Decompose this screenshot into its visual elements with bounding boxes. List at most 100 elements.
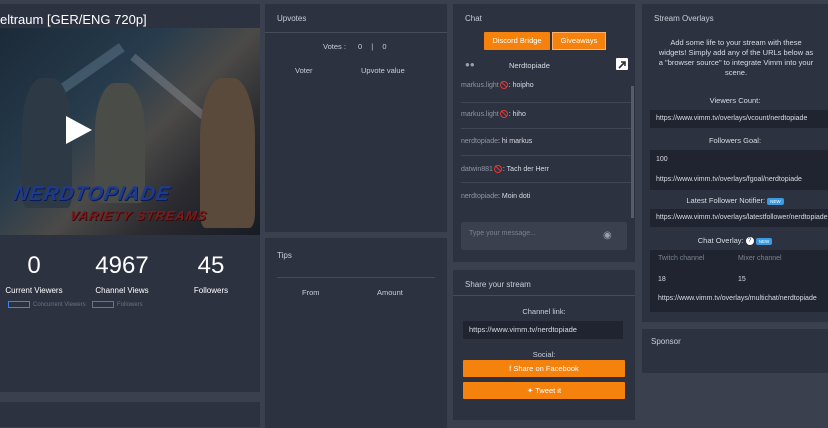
chat-username[interactable]: nerdtopiade bbox=[461, 138, 498, 145]
votes-separator: | bbox=[371, 42, 374, 51]
chat-text: : hoipho bbox=[508, 81, 534, 89]
overlays-title: Stream Overlays bbox=[654, 14, 714, 23]
chat-username[interactable]: markus.light bbox=[461, 82, 499, 89]
channel-link-label: Channel link: bbox=[522, 307, 566, 316]
stat-value: 0 bbox=[27, 252, 41, 279]
legend-current-viewers[interactable]: Concurrent Viewers bbox=[8, 301, 86, 308]
help-icon[interactable]: ? bbox=[745, 237, 754, 246]
col-voter: Voter bbox=[295, 66, 313, 75]
divider bbox=[265, 32, 447, 33]
chat-message: nerdtopiade: Moin doti bbox=[461, 193, 629, 200]
overlays-description: Add some life to your stream with these … bbox=[658, 38, 814, 77]
votes-count: Votes : 0 | 0 bbox=[323, 42, 387, 51]
votes-a: 0 bbox=[358, 42, 363, 51]
votes-b: 0 bbox=[382, 42, 387, 51]
sponsor-title: Sponsor bbox=[651, 337, 681, 346]
new-badge: NEW bbox=[767, 197, 784, 205]
upvotes-title: Upvotes bbox=[277, 14, 307, 23]
divider bbox=[461, 155, 631, 156]
bottom-left-panel bbox=[0, 402, 260, 427]
followers-goal-value[interactable]: 100 bbox=[656, 156, 668, 163]
latest-follower-row: Latest Follower Notifier: NEW bbox=[642, 196, 828, 205]
chat-overlay-label: Chat Overlay: bbox=[697, 236, 744, 245]
legend-followers[interactable]: Followers bbox=[92, 301, 143, 308]
chat-message: nerdtopiade: hi markus bbox=[461, 138, 629, 145]
video-watermark: NERDTOPIADE bbox=[12, 183, 173, 205]
chat-input-placeholder: Type your message... bbox=[469, 230, 536, 237]
share-panel: Share your stream Channel link: https://… bbox=[453, 270, 635, 420]
ban-icon[interactable] bbox=[499, 110, 508, 118]
twitch-channel-value[interactable]: 18 bbox=[658, 276, 666, 283]
divider bbox=[461, 128, 631, 129]
followers-goal-label: Followers Goal: bbox=[708, 136, 762, 145]
video-art-figure bbox=[200, 78, 255, 228]
chat-panel: Chat Discord Bridge Giveaways ●● Nerdtop… bbox=[453, 4, 635, 262]
divider bbox=[461, 182, 631, 183]
emote-icon[interactable]: ◉ bbox=[603, 230, 612, 241]
chat-overlay-url[interactable]: https://www.vimm.tv/overlays/multichat/n… bbox=[658, 295, 817, 302]
chat-message: markus.light : hoipho bbox=[461, 81, 629, 89]
chat-message: datwin881 : Tach der Herr bbox=[461, 165, 629, 173]
tips-title: Tips bbox=[277, 251, 292, 260]
stat-label: Current Viewers bbox=[5, 286, 63, 295]
chat-overlay-box: Twitch channel Mixer channel 18 15 https… bbox=[650, 250, 828, 312]
video-watermark-sub: VARIETY STREAMS bbox=[68, 208, 209, 223]
stat-channel-views: 4967 Channel Views bbox=[82, 252, 162, 295]
chat-overlay-row: Chat Overlay: ? NEW bbox=[642, 236, 828, 246]
stream-overlays-panel: Stream Overlays Add some life to your st… bbox=[642, 4, 828, 322]
tweet-button[interactable]: ✦ Tweet it bbox=[463, 382, 625, 399]
legend-label: Concurrent Viewers bbox=[33, 301, 86, 308]
share-title: Share your stream bbox=[465, 280, 531, 289]
chat-channel-name: Nerdtopiade bbox=[509, 61, 550, 70]
discord-bridge-button[interactable]: Discord Bridge bbox=[484, 32, 550, 50]
col-amount: Amount bbox=[377, 288, 403, 297]
video-title: eltraum [GER/ENG 720p] bbox=[0, 12, 147, 27]
followers-goal-url[interactable]: https://www.vimm.tv/overlays/fgoal/nerdt… bbox=[656, 176, 802, 183]
viewers-count-label: Viewers Count: bbox=[709, 96, 761, 105]
chat-text: : hiho bbox=[508, 110, 526, 118]
stat-label: Followers bbox=[193, 286, 229, 295]
chat-text: : Tach der Herr bbox=[502, 165, 550, 173]
legend-label: Followers bbox=[117, 301, 143, 308]
col-from: From bbox=[302, 288, 320, 297]
ban-icon[interactable] bbox=[493, 165, 502, 173]
chat-username[interactable]: datwin881 bbox=[461, 166, 493, 173]
stat-followers: 45 Followers bbox=[171, 252, 251, 295]
chat-text: : Moin doti bbox=[497, 193, 531, 200]
users-icon[interactable]: ●● bbox=[465, 60, 475, 69]
share-facebook-label: Share on Facebook bbox=[513, 364, 579, 373]
share-facebook-button[interactable]: f Share on Facebook bbox=[463, 360, 625, 377]
col-upvote-value: Upvote value bbox=[361, 66, 405, 75]
followers-goal-box[interactable]: 100 https://www.vimm.tv/overlays/fgoal/n… bbox=[650, 150, 828, 190]
play-icon[interactable] bbox=[66, 116, 92, 144]
divider bbox=[277, 277, 435, 278]
chat-title: Chat bbox=[465, 14, 482, 23]
mixer-channel-input[interactable]: Mixer channel bbox=[738, 255, 782, 262]
latest-follower-url[interactable]: https://www.vimm.tv/overlays/latestfollo… bbox=[650, 209, 828, 227]
chat-scrollbar[interactable] bbox=[631, 86, 634, 218]
chat-username[interactable]: nerdtopiade bbox=[461, 193, 498, 200]
social-label: Social: bbox=[532, 350, 556, 359]
legend-swatch bbox=[8, 301, 30, 308]
ban-icon[interactable] bbox=[499, 81, 508, 89]
video-panel: NERDTOPIADE VARIETY STREAMS eltraum [GER… bbox=[0, 4, 260, 392]
tweet-label: Tweet it bbox=[535, 386, 562, 395]
chat-username[interactable]: markus.light bbox=[461, 111, 499, 118]
giveaways-button[interactable]: Giveaways bbox=[552, 32, 606, 50]
stat-value: 4967 bbox=[95, 252, 149, 279]
upvotes-panel: Upvotes Votes : 0 | 0 Voter Upvote value bbox=[265, 4, 447, 232]
latest-follower-label: Latest Follower Notifier: bbox=[686, 196, 766, 205]
channel-link-field[interactable]: https://www.vimm.tv/nerdtopiade bbox=[463, 321, 623, 339]
video-player[interactable]: NERDTOPIADE VARIETY STREAMS bbox=[0, 28, 260, 235]
twitter-icon: ✦ bbox=[526, 386, 536, 395]
twitch-channel-input[interactable]: Twitch channel bbox=[658, 255, 704, 262]
tips-panel: Tips From Amount bbox=[265, 238, 447, 428]
stat-value: 45 bbox=[197, 252, 225, 279]
viewers-count-url[interactable]: https://www.vimm.tv/overlays/vcount/nerd… bbox=[650, 110, 828, 128]
new-badge: NEW bbox=[755, 237, 773, 245]
chat-text: : hi markus bbox=[497, 138, 533, 145]
popout-icon[interactable] bbox=[616, 58, 628, 70]
divider bbox=[453, 295, 635, 296]
chat-input[interactable]: Type your message... ◉ bbox=[461, 222, 627, 250]
mixer-channel-value[interactable]: 15 bbox=[738, 276, 746, 283]
